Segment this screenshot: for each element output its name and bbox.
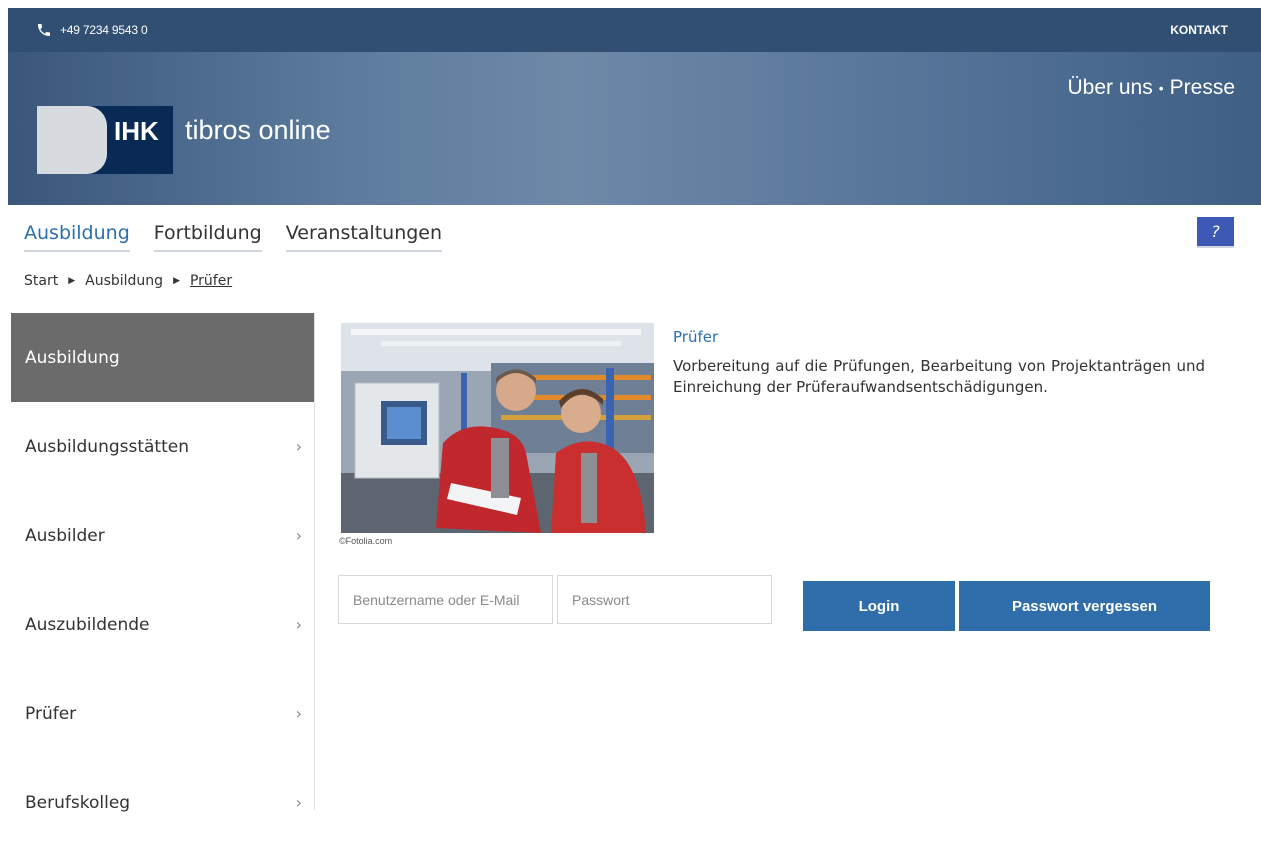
chevron-right-icon: › xyxy=(295,615,302,634)
sidebar-item-auszubildende[interactable]: Auszubildende › xyxy=(11,580,314,669)
triangle-right-icon: ▶ xyxy=(173,276,180,286)
sidebar-item-ausbilder[interactable]: Ausbilder › xyxy=(11,491,314,580)
about-link[interactable]: Über uns xyxy=(1068,76,1153,100)
contact-link[interactable]: KONTAKT xyxy=(1170,23,1228,37)
breadcrumb-start[interactable]: Start xyxy=(24,273,58,289)
sidebar-item-berufskolleg[interactable]: Berufskolleg › xyxy=(11,758,314,847)
forgot-password-button[interactable]: Passwort vergessen xyxy=(959,581,1210,631)
app-name: tibros online xyxy=(185,115,331,145)
top-bar: +49 7234 9543 0 KONTAKT xyxy=(8,8,1261,52)
help-button[interactable]: ? xyxy=(1197,217,1234,248)
sidebar-item-label: Ausbilder xyxy=(25,525,105,546)
phone-contact[interactable]: +49 7234 9543 0 xyxy=(36,22,148,38)
workshop-photo xyxy=(341,323,654,533)
breadcrumb-pruefer[interactable]: Prüfer xyxy=(190,273,232,289)
logo-text: IHK xyxy=(114,116,159,146)
main-nav: Ausbildung Fortbildung Veranstaltungen xyxy=(24,222,443,252)
tab-ausbildung[interactable]: Ausbildung xyxy=(24,222,130,252)
password-input[interactable] xyxy=(557,575,772,624)
ihk-logo[interactable]: IHK xyxy=(37,106,173,174)
site-header: Über uns • Presse IHK tibros online xyxy=(8,52,1261,205)
sidebar-item-ausbildungsstaetten[interactable]: Ausbildungsstätten › xyxy=(11,402,314,491)
image-credit: ©Fotolia.com xyxy=(339,536,393,546)
logo-shape xyxy=(37,106,107,174)
sidebar-item-label: Ausbildungsstätten xyxy=(25,436,189,457)
sidebar: Ausbildung Ausbildungsstätten › Ausbilde… xyxy=(11,313,315,813)
triangle-right-icon: ▶ xyxy=(68,276,76,286)
tab-veranstaltungen[interactable]: Veranstaltungen xyxy=(285,222,443,252)
chevron-right-icon: › xyxy=(295,437,302,456)
sidebar-item-label: Ausbildung xyxy=(25,347,120,368)
nav-separator: • xyxy=(1158,80,1164,96)
chevron-right-icon: › xyxy=(295,793,302,812)
sidebar-item-ausbildung[interactable]: Ausbildung xyxy=(11,313,314,402)
chevron-right-icon: › xyxy=(295,526,302,545)
press-link[interactable]: Presse xyxy=(1170,76,1235,100)
chevron-right-icon: › xyxy=(295,704,302,723)
breadcrumb: Start ▶ Ausbildung ▶ Prüfer xyxy=(24,273,232,289)
username-input[interactable] xyxy=(338,575,553,624)
tab-fortbildung[interactable]: Fortbildung xyxy=(153,222,262,252)
sidebar-item-pruefer[interactable]: Prüfer › xyxy=(11,669,314,758)
header-nav: Über uns • Presse xyxy=(1068,76,1235,100)
sidebar-item-label: Prüfer xyxy=(25,703,77,724)
phone-icon xyxy=(38,24,50,36)
sidebar-item-label: Auszubildende xyxy=(25,614,150,635)
login-button[interactable]: Login xyxy=(803,581,955,631)
phone-number: +49 7234 9543 0 xyxy=(60,23,148,37)
section-description: Vorbereitung auf die Prüfungen, Bearbeit… xyxy=(673,357,1205,396)
section-title: Prüfer xyxy=(673,328,719,346)
breadcrumb-ausbildung[interactable]: Ausbildung xyxy=(85,273,163,289)
